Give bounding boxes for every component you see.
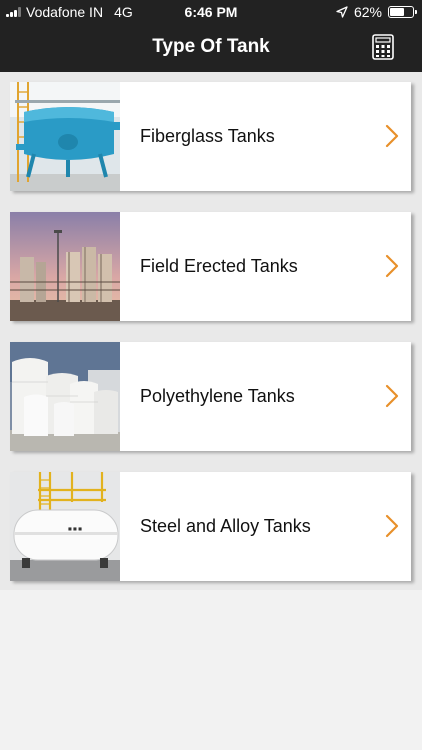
battery-percent: 62% [353,4,382,20]
calculator-icon[interactable] [372,34,394,60]
chevron-right-icon [385,254,399,278]
polyethylene-tank-image [10,342,120,451]
chevron-right-icon [385,124,399,148]
status-right: 62% [336,4,417,20]
steel-alloy-tank-image: ■ ■ ■ [10,472,120,581]
list-item-label: Polyethylene Tanks [140,386,295,406]
top-bar: Vodafone IN 4G 6:46 PM 62% Type Of Tank [0,0,422,72]
list-item-label: Fiberglass Tanks [140,126,275,146]
tank-type-list: Fiberglass Tanks Field Erected Tanks Pol… [0,72,422,590]
chevron-right-icon [385,514,399,538]
page-title: Type Of Tank [152,36,270,57]
list-item-fiberglass-tanks[interactable]: Fiberglass Tanks [10,82,411,191]
list-item-field-erected-tanks[interactable]: Field Erected Tanks [10,212,411,321]
battery-icon [388,6,417,18]
list-item-steel-and-alloy-tanks[interactable]: ■ ■ ■ Steel and Alloy Tanks [10,472,411,581]
list-item-polyethylene-tanks[interactable]: Polyethylene Tanks [10,342,411,451]
chevron-right-icon [385,384,399,408]
fiberglass-tank-image [10,82,120,191]
list-item-label: Steel and Alloy Tanks [140,516,311,536]
status-bar: Vodafone IN 4G 6:46 PM 62% [0,0,422,24]
svg-text:■ ■ ■: ■ ■ ■ [68,526,82,531]
field-erected-tank-image [10,212,120,321]
location-arrow-icon [336,6,348,18]
list-item-label: Field Erected Tanks [140,256,298,276]
